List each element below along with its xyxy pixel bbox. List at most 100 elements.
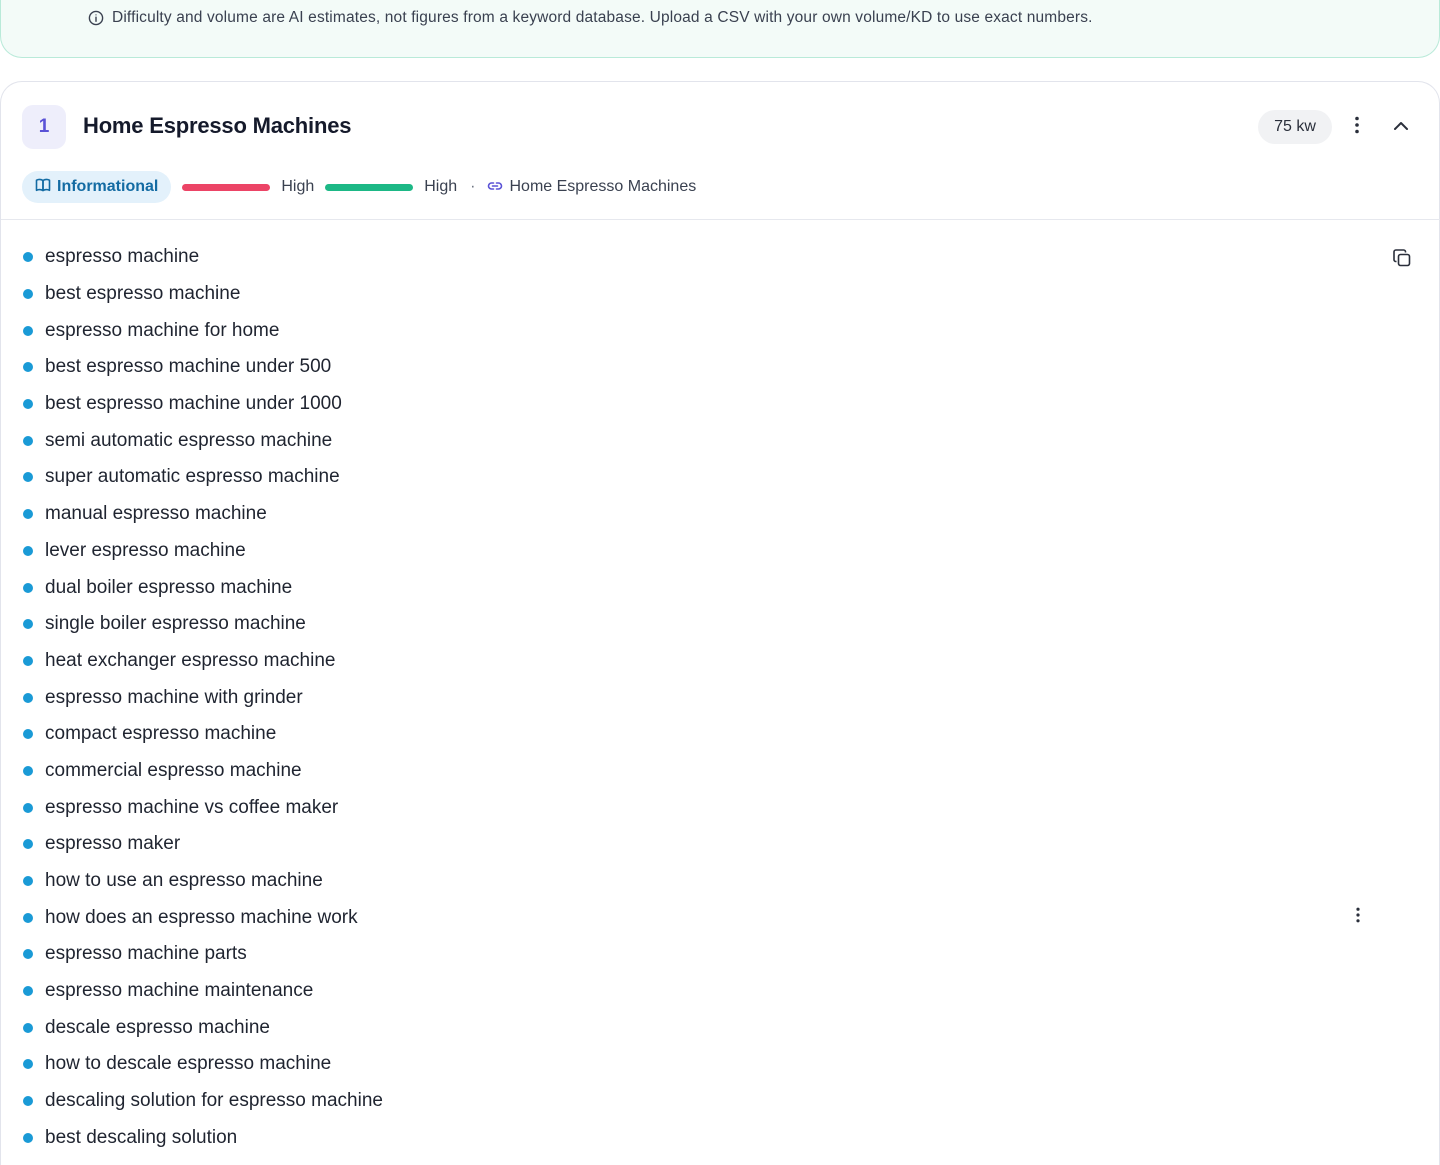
- keyword-item[interactable]: espresso machine parts: [22, 936, 1392, 973]
- cluster-title: Home Espresso Machines: [83, 113, 352, 138]
- keyword-bullet: [23, 362, 33, 373]
- ai-estimate-notice: Difficulty and volume are AI estimates, …: [0, 0, 1440, 58]
- keyword-text: best descaling solution: [45, 1126, 238, 1148]
- keyword-item[interactable]: commercial espresso machine: [22, 753, 1392, 790]
- keyword-item[interactable]: espresso machine: [22, 239, 1392, 276]
- info-icon: [88, 10, 104, 26]
- keyword-item[interactable]: descaling solution for espresso machine: [22, 1083, 1392, 1120]
- keyword-bullet: [23, 289, 33, 300]
- keyword-text: best espresso machine under 500: [45, 356, 332, 378]
- keyword-item[interactable]: manual espresso machine: [22, 496, 1392, 533]
- target-page-label: Home Espresso Machines: [509, 178, 697, 195]
- keyword-bullet: [23, 325, 33, 336]
- keyword-item[interactable]: compact espresso machine: [22, 716, 1392, 753]
- difficulty-label: High: [281, 178, 315, 195]
- cluster-meta-row: Informational High High · Home Espresso …: [22, 171, 696, 203]
- keyword-bullet: [23, 252, 33, 263]
- volume-label: High: [424, 178, 458, 195]
- keyword-text: espresso machine for home: [45, 319, 280, 341]
- keyword-item[interactable]: best espresso machine under 500: [22, 349, 1392, 386]
- more-vertical-icon: [1354, 116, 1360, 139]
- keyword-text: heat exchanger espresso machine: [45, 649, 336, 671]
- keyword-item[interactable]: heat exchanger espresso machine: [22, 643, 1392, 680]
- keyword-text: espresso machine maintenance: [45, 980, 314, 1002]
- keyword-bullet: [23, 1132, 33, 1143]
- keyword-item[interactable]: how to use an espresso machine: [22, 863, 1392, 900]
- collapse-button[interactable]: [1385, 110, 1417, 144]
- keyword-item[interactable]: dual boiler espresso machine: [22, 569, 1392, 606]
- keyword-item[interactable]: how to descale espresso machine: [22, 1046, 1392, 1083]
- keyword-item[interactable]: semi automatic espresso machine: [22, 422, 1392, 459]
- keyword-text: espresso maker: [45, 833, 181, 855]
- keyword-bullet: [23, 692, 33, 703]
- keyword-item[interactable]: espresso maker: [22, 826, 1392, 863]
- keyword-bullet: [23, 655, 33, 666]
- keyword-bullet: [23, 765, 33, 776]
- cluster-menu-button[interactable]: [1341, 110, 1373, 144]
- keyword-text: semi automatic espresso machine: [45, 429, 333, 451]
- keyword-bullet: [23, 729, 33, 740]
- keyword-text: how does an espresso machine work: [45, 906, 358, 928]
- keyword-text: manual espresso machine: [45, 503, 267, 525]
- volume-meter: [325, 183, 414, 191]
- link-icon: [487, 178, 503, 196]
- keyword-bullet: [23, 912, 33, 923]
- keyword-text: descale espresso machine: [45, 1016, 270, 1038]
- difficulty-meter: [182, 183, 271, 191]
- more-vertical-icon: [1355, 907, 1361, 928]
- keyword-text: single boiler espresso machine: [45, 613, 306, 635]
- keyword-bullet: [23, 619, 33, 630]
- keyword-text: compact espresso machine: [45, 723, 277, 745]
- keyword-row-menu-button[interactable]: [1344, 902, 1372, 932]
- keyword-text: best espresso machine under 1000: [45, 393, 342, 415]
- target-page-link[interactable]: Home Espresso Machines: [487, 178, 696, 196]
- keyword-text: espresso machine with grinder: [45, 686, 303, 708]
- keyword-text: espresso machine: [45, 246, 200, 268]
- keyword-item[interactable]: espresso machine maintenance: [22, 973, 1392, 1010]
- keyword-item[interactable]: how does an espresso machine work: [22, 899, 1392, 936]
- keyword-text: espresso machine parts: [45, 943, 247, 965]
- keyword-bullet: [23, 472, 33, 483]
- keyword-bullet: [23, 545, 33, 556]
- separator-dot: ·: [470, 178, 476, 195]
- keyword-bullet: [23, 509, 33, 520]
- keyword-bullet: [23, 435, 33, 446]
- cluster-card: 1 Home Espresso Machines 75 kw Informati…: [0, 81, 1440, 1165]
- keyword-item[interactable]: best espresso machine under 1000: [22, 386, 1392, 423]
- keyword-text: commercial espresso machine: [45, 759, 302, 781]
- keyword-text: how to use an espresso machine: [45, 870, 323, 892]
- cluster-number: 1: [22, 105, 66, 149]
- notice-line: Difficulty and volume are AI estimates, …: [88, 8, 1093, 28]
- keyword-text: lever espresso machine: [45, 539, 246, 561]
- keyword-bullet: [23, 1059, 33, 1070]
- header-divider: [1, 219, 1440, 220]
- keyword-item[interactable]: espresso machine vs coffee maker: [22, 789, 1392, 826]
- keyword-bullet: [23, 1022, 33, 1033]
- keyword-bullet: [23, 802, 33, 813]
- keyword-text: how to descale espresso machine: [45, 1053, 332, 1075]
- book-open-icon: [35, 178, 51, 197]
- keyword-item[interactable]: descale espresso machine: [22, 1009, 1392, 1046]
- copy-icon: [1392, 248, 1412, 273]
- keyword-list: espresso machine best espresso machine esp…: [22, 239, 1392, 1156]
- intent-label: Informational: [57, 178, 159, 195]
- keyword-bullet: [23, 949, 33, 960]
- keyword-item[interactable]: single boiler espresso machine: [22, 606, 1392, 643]
- intent-badge[interactable]: Informational: [22, 171, 172, 203]
- chevron-up-icon: [1393, 118, 1409, 136]
- keyword-text: descaling solution for espresso machine: [45, 1090, 383, 1112]
- keyword-bullet: [23, 986, 33, 997]
- keyword-count-badge: 75 kw: [1258, 110, 1332, 144]
- keyword-item[interactable]: espresso machine with grinder: [22, 679, 1392, 716]
- keyword-bullet: [23, 1096, 33, 1107]
- keyword-item[interactable]: lever espresso machine: [22, 533, 1392, 570]
- keyword-item[interactable]: espresso machine for home: [22, 312, 1392, 349]
- notice-text: Difficulty and volume are AI estimates, …: [112, 9, 1093, 26]
- keyword-text: best espresso machine: [45, 283, 241, 305]
- keyword-item[interactable]: best espresso machine: [22, 276, 1392, 313]
- keyword-item[interactable]: super automatic espresso machine: [22, 459, 1392, 496]
- keyword-text: super automatic espresso machine: [45, 466, 340, 488]
- keyword-bullet: [23, 839, 33, 850]
- keyword-bullet: [23, 582, 33, 593]
- keyword-item[interactable]: best descaling solution: [22, 1120, 1392, 1157]
